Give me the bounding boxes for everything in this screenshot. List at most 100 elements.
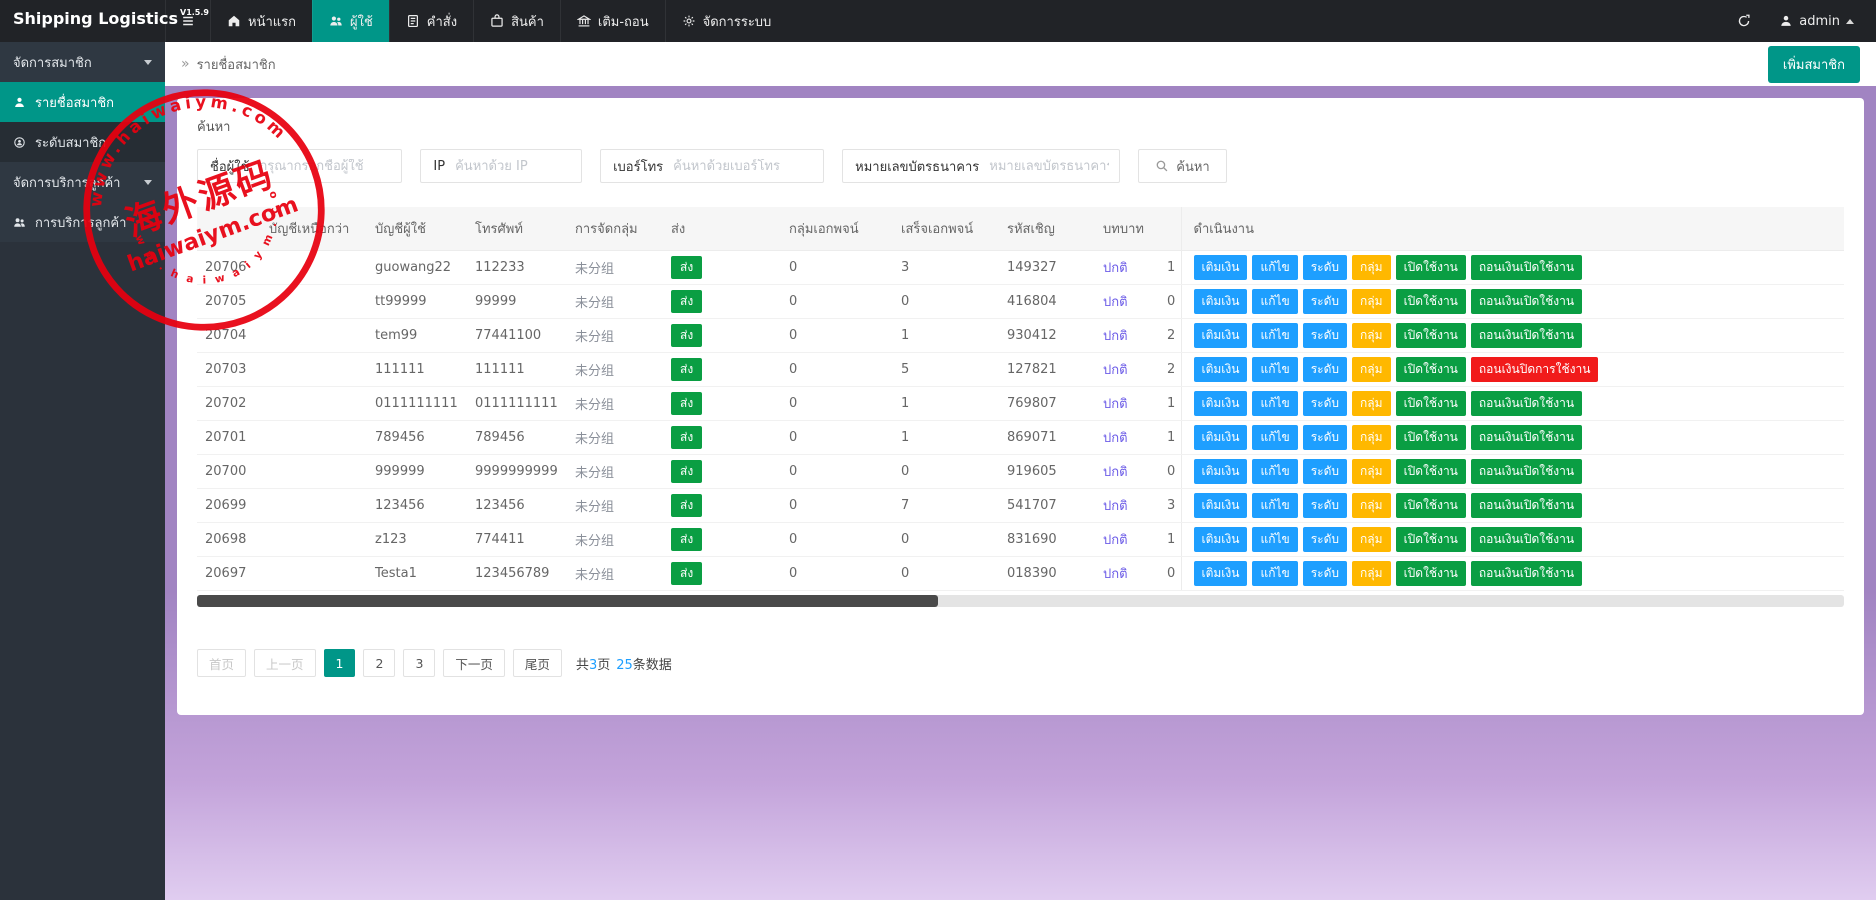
enable-button[interactable]: เปิดใช้งาน — [1395, 255, 1466, 280]
sidebar-toggle-button[interactable] — [165, 0, 210, 42]
add-member-button[interactable]: เพิ่มสมาชิก — [1767, 45, 1860, 83]
send-button[interactable]: ส่ง — [671, 357, 703, 382]
nav-item-system-settings[interactable]: จัดการระบบ — [664, 0, 788, 42]
enable-button[interactable]: เปิดใช้งาน — [1395, 561, 1466, 586]
edit-button[interactable]: แก้ไข — [1252, 425, 1298, 450]
enable-button[interactable]: เปิดใช้งาน — [1395, 323, 1466, 348]
edit-button[interactable]: แก้ไข — [1252, 289, 1298, 314]
group-button[interactable]: กลุ่ม — [1352, 527, 1391, 552]
level-button[interactable]: ระดับ — [1302, 289, 1348, 314]
withdraw-enable-button[interactable]: ถอนเงินเปิดใช้งาน — [1470, 561, 1583, 586]
cell-role: ปกติ — [1095, 556, 1165, 591]
group-button[interactable]: กลุ่ม — [1352, 255, 1391, 280]
withdraw-enable-button[interactable]: ถอนเงินเปิดใช้งาน — [1470, 493, 1583, 518]
level-button[interactable]: ระดับ — [1302, 459, 1348, 484]
sidebar-item-customer-service[interactable]: การบริการลูกค้า — [0, 202, 165, 242]
edit-button[interactable]: แก้ไข — [1252, 527, 1298, 552]
nav-item-orders[interactable]: คำสั่ง — [388, 0, 473, 42]
withdraw-enable-button[interactable]: ถอนเงินเปิดใช้งาน — [1470, 323, 1583, 348]
group-button[interactable]: กลุ่ม — [1352, 323, 1391, 348]
search-button[interactable]: ค้นหา — [1138, 149, 1227, 183]
send-button[interactable]: ส่ง — [671, 493, 703, 518]
edit-button[interactable]: แก้ไข — [1252, 255, 1298, 280]
withdraw-enable-button[interactable]: ถอนเงินเปิดใช้งาน — [1470, 425, 1583, 450]
withdraw-disable-button[interactable]: ถอนเงินปิดการใช้งาน — [1470, 357, 1599, 382]
sidebar-item-member-management[interactable]: จัดการสมาชิก — [0, 42, 165, 82]
send-button[interactable]: ส่ง — [671, 459, 703, 484]
group-button[interactable]: กลุ่ม — [1352, 357, 1391, 382]
send-button[interactable]: ส่ง — [671, 391, 703, 416]
refresh-button[interactable] — [1737, 14, 1751, 28]
sidebar-item-member-list[interactable]: รายชื่อสมาชิก — [0, 82, 165, 122]
last-page-button[interactable]: 尾页 — [512, 649, 562, 677]
edit-button[interactable]: แก้ไข — [1252, 357, 1298, 382]
username-search-input[interactable] — [259, 158, 402, 174]
topup-button[interactable]: เติมเงิน — [1193, 255, 1248, 280]
topup-button[interactable]: เติมเงิน — [1193, 425, 1248, 450]
bank-card-search-input[interactable] — [989, 158, 1120, 174]
send-button[interactable]: ส่ง — [671, 425, 703, 450]
enable-button[interactable]: เปิดใช้งาน — [1395, 357, 1466, 382]
enable-button[interactable]: เปิดใช้งาน — [1395, 527, 1466, 552]
group-button[interactable]: กลุ่ม — [1352, 459, 1391, 484]
group-button[interactable]: กลุ่ม — [1352, 289, 1391, 314]
topup-button[interactable]: เติมเงิน — [1193, 391, 1248, 416]
nav-item-home[interactable]: หน้าแรก — [210, 0, 312, 42]
edit-button[interactable]: แก้ไข — [1252, 493, 1298, 518]
prev-page-button[interactable]: 上一页 — [254, 649, 316, 677]
nav-item-users[interactable]: ผู้ใช้ — [312, 0, 389, 42]
send-button[interactable]: ส่ง — [671, 527, 703, 552]
sidebar-item-customer-service-management[interactable]: จัดการบริการลูกค้า — [0, 162, 165, 202]
edit-button[interactable]: แก้ไข — [1252, 391, 1298, 416]
phone-search-input[interactable] — [673, 158, 824, 174]
enable-button[interactable]: เปิดใช้งาน — [1395, 459, 1466, 484]
send-button[interactable]: ส่ง — [671, 289, 703, 314]
page-button-2[interactable]: 2 — [363, 649, 396, 677]
edit-button[interactable]: แก้ไข — [1252, 323, 1298, 348]
level-button[interactable]: ระดับ — [1302, 527, 1348, 552]
admin-menu[interactable]: admin — [1779, 14, 1854, 29]
next-page-button[interactable]: 下一页 — [443, 649, 505, 677]
send-button[interactable]: ส่ง — [671, 255, 703, 280]
topup-button[interactable]: เติมเงิน — [1193, 323, 1248, 348]
edit-button[interactable]: แก้ไข — [1252, 561, 1298, 586]
enable-button[interactable]: เปิดใช้งาน — [1395, 493, 1466, 518]
group-button[interactable]: กลุ่ม — [1352, 561, 1391, 586]
topup-button[interactable]: เติมเงิน — [1193, 289, 1248, 314]
withdraw-enable-button[interactable]: ถอนเงินเปิดใช้งาน — [1470, 527, 1583, 552]
topup-button[interactable]: เติมเงิน — [1193, 357, 1248, 382]
withdraw-enable-button[interactable]: ถอนเงินเปิดใช้งาน — [1470, 255, 1583, 280]
group-button[interactable]: กลุ่ม — [1352, 493, 1391, 518]
level-button[interactable]: ระดับ — [1302, 255, 1348, 280]
group-button[interactable]: กลุ่ม — [1352, 391, 1391, 416]
enable-button[interactable]: เปิดใช้งาน — [1395, 289, 1466, 314]
topup-button[interactable]: เติมเงิน — [1193, 561, 1248, 586]
first-page-button[interactable]: 首页 — [197, 649, 247, 677]
enable-button[interactable]: เปิดใช้งาน — [1395, 391, 1466, 416]
level-button[interactable]: ระดับ — [1302, 357, 1348, 382]
ip-search-input[interactable] — [455, 158, 582, 174]
level-button[interactable]: ระดับ — [1302, 493, 1348, 518]
topup-button[interactable]: เติมเงิน — [1193, 527, 1248, 552]
level-button[interactable]: ระดับ — [1302, 391, 1348, 416]
withdraw-enable-button[interactable]: ถอนเงินเปิดใช้งาน — [1470, 289, 1583, 314]
send-button[interactable]: ส่ง — [671, 561, 703, 586]
edit-button[interactable]: แก้ไข — [1252, 459, 1298, 484]
sidebar-item-member-level[interactable]: ระดับสมาชิก — [0, 122, 165, 162]
nav-item-deposit-withdraw[interactable]: เติม-ถอน — [559, 0, 665, 42]
level-button[interactable]: ระดับ — [1302, 425, 1348, 450]
withdraw-enable-button[interactable]: ถอนเงินเปิดใช้งาน — [1470, 459, 1583, 484]
level-button[interactable]: ระดับ — [1302, 323, 1348, 348]
horizontal-scrollbar-track[interactable] — [197, 595, 1844, 607]
topup-button[interactable]: เติมเงิน — [1193, 493, 1248, 518]
page-button-1[interactable]: 1 — [323, 649, 356, 677]
horizontal-scrollbar-thumb[interactable] — [197, 595, 939, 607]
group-button[interactable]: กลุ่ม — [1352, 425, 1391, 450]
page-button-3[interactable]: 3 — [403, 649, 436, 677]
send-button[interactable]: ส่ง — [671, 323, 703, 348]
nav-item-products[interactable]: สินค้า — [473, 0, 560, 42]
enable-button[interactable]: เปิดใช้งาน — [1395, 425, 1466, 450]
withdraw-enable-button[interactable]: ถอนเงินเปิดใช้งาน — [1470, 391, 1583, 416]
level-button[interactable]: ระดับ — [1302, 561, 1348, 586]
topup-button[interactable]: เติมเงิน — [1193, 459, 1248, 484]
